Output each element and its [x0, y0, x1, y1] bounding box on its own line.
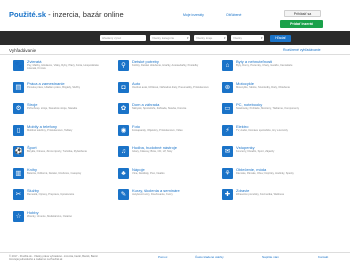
music-icon[interactable]: ♫ [118, 146, 129, 157]
category-item[interactable]: ⚘ Oblečenie, móda Dámske, Pánske, Obuv, Do… [222, 167, 322, 185]
add-ad-button[interactable]: Pridať inzerát [280, 20, 323, 28]
category-subcategories: Vína, Destiláty, Pivo, Nealko [132, 171, 165, 175]
category-subcategories: Fotoaparáty, Objektívy, Príslušenstvo, V… [132, 128, 183, 132]
chevron-down-icon: ▾ [186, 36, 189, 40]
category-subcategories: Bicykle, Fitness, Zimné športy, Turistik… [27, 150, 87, 153]
category-subcategories: Zbierky, Umenie, Modelárstvo, Ostatné [27, 214, 72, 218]
condition-select[interactable]: Všetky ▾ [231, 35, 264, 41]
category-item[interactable]: 🐾 Zvieratá Psy, Mačky, Hlodavce, Vtáky, Ry… [13, 59, 113, 77]
footer-link-write[interactable]: Napíšte nám [262, 255, 279, 259]
category-subcategories: Remeslá, Opravy, Preprava, Upratovanie [27, 193, 75, 196]
category-subcategories: Notebooky, Počítače, Monitory, Tlačiarne… [236, 107, 300, 110]
house-icon[interactable]: ⌂ [222, 60, 233, 71]
region-select[interactable]: Všetky kraje ▾ [194, 35, 227, 41]
service-icon[interactable]: ✂ [13, 189, 24, 200]
search-bar: Hľadaný výraz Všetky kategórie ▾ Všetky k… [0, 31, 350, 45]
search-subbar: Vyhľadávanie Rozšírené vyhľadávanie [0, 45, 350, 55]
chevron-down-icon: ▾ [260, 36, 263, 40]
category-select-value: Všetky kategórie [152, 36, 175, 40]
stroller-icon[interactable]: ⚲ [118, 60, 129, 71]
header: Použité.sk - inzercia, bazár online Moje… [0, 0, 350, 28]
category-item[interactable]: ✂ Služby Remeslá, Opravy, Preprava, Uprato… [13, 188, 113, 206]
category-subcategories: Ponuka práce, Hľadám prácu, Brigády, Slu… [27, 85, 81, 89]
category-subcategories: Osobné autá, Úžitkové, Náhradné diely, P… [132, 85, 209, 89]
car-icon[interactable]: ◘ [118, 81, 129, 93]
logo-tagline: - inzercia, bazár online [46, 10, 124, 19]
phone-icon[interactable]: ▯ [13, 124, 24, 136]
copyright: © 2017 - Použité.sk - Všetky práva vyhra… [9, 255, 98, 261]
category-subcategories: Mobilné telefóny, Príslušenstvo, Tablety [27, 128, 73, 132]
condition-select-value: Všetky [233, 36, 243, 40]
category-subcategories: Psy, Mačky, Hlodavce, Vtáky, Ryby, Plazy… [27, 64, 99, 71]
category-item[interactable]: ⊛ Motocykle Motocykle, Skútre, Štvorkolky,… [222, 81, 322, 99]
health-icon[interactable]: ✚ [222, 189, 233, 200]
copyright-line-2: Inzerujte jednoducho a zadarmo na Použit… [9, 258, 63, 261]
category-item[interactable]: ▥ Knihy Beletria, Odborné, Detské, Učebnic… [13, 167, 113, 185]
machine-icon[interactable]: ⚙ [13, 103, 24, 114]
computer-icon[interactable]: ▭ [222, 103, 233, 114]
briefcase-icon[interactable]: ▤ [13, 81, 24, 93]
category-item[interactable]: ♣ Nápoje Vína, Destiláty, Pivo, Nealko [118, 167, 218, 185]
login-button[interactable]: Prihlásiť sa [284, 10, 321, 17]
category-item[interactable]: ◉ Foto Fotoaparáty, Objektívy, Príslušenst… [118, 124, 218, 142]
category-item[interactable]: ✚ Zdravie Zdravotné pomôcky, Kozmetika, We… [222, 188, 322, 206]
hobby-icon[interactable]: ☆ [13, 210, 24, 222]
category-item[interactable]: ♫ Hudba, hudobné nástroje Gitary, Klávesy,… [118, 145, 218, 163]
category-item[interactable]: ✉ Vstupenky Koncerty, Divadlo, Šport, Zája… [222, 145, 322, 163]
footer: © 2017 - Použité.sk - Všetky práva vyhra… [0, 252, 350, 262]
motorcycle-icon[interactable]: ⊛ [222, 81, 233, 93]
category-item[interactable]: ⚲ Detské potreby Kočíky, Detské oblečenie,… [118, 59, 218, 77]
site-logo[interactable]: Použité.sk - inzercia, bazár online [9, 10, 124, 19]
category-subcategories: Nábytok, Spotrebiče, Záhrada, Stavba, Kú… [132, 107, 187, 110]
category-item[interactable]: ▯ Mobily a telefony Mobilné telefóny, Prís… [13, 124, 113, 142]
category-item[interactable]: ⚙ Stroje Poľnohosp. stroje, Stavebné stroj… [13, 102, 113, 120]
shirt-icon[interactable]: ⚘ [222, 167, 233, 179]
drink-icon[interactable]: ♣ [118, 167, 129, 179]
camera-icon[interactable]: ◉ [118, 124, 129, 136]
search-title: Vyhľadávanie [9, 47, 37, 53]
category-item[interactable]: ⌂ Byty a nehnuteľnosti Byty, Domy, Pozemky… [222, 59, 322, 77]
category-subcategories: TV, Audio, Domáce spotrebiče, Hry a konz… [236, 128, 288, 132]
category-subcategories: Beletria, Odborné, Detské, Učebnice, Čas… [27, 171, 82, 175]
category-item[interactable]: ⚽ Šport Bicykle, Fitness, Zimné športy, Tu… [13, 145, 113, 163]
category-item[interactable]: ✿ Dom a záhrada Nábytok, Spotrebiče, Záhra… [118, 102, 218, 120]
category-item[interactable]: ⚡ Elektro TV, Audio, Domáce spotrebiče, Hr… [222, 124, 322, 142]
category-item[interactable]: ▭ PC, notebooky Notebooky, Počítače, Monit… [222, 102, 322, 120]
sport-icon[interactable]: ⚽ [13, 146, 24, 157]
garden-icon[interactable]: ✿ [118, 103, 129, 114]
search-button[interactable]: Hľadať [270, 34, 291, 42]
footer-link-contact[interactable]: Kontakt [318, 255, 328, 259]
book-icon[interactable]: ▥ [13, 167, 24, 179]
footer-link-faq[interactable]: Často kladené otázky [195, 255, 224, 259]
category-subcategories: Dámske, Pánske, Obuv, Doplnky, Hodinky, … [236, 171, 294, 175]
category-item[interactable]: ◘ Auto Osobné autá, Úžitkové, Náhradné die… [118, 81, 218, 99]
category-item[interactable]: ✎ Kurzy, školenia a semináre Jazykové kurz… [118, 188, 218, 206]
category-subcategories: Motocykle, Skútre, Štvorkolky, Diely, Ob… [236, 85, 290, 89]
category-subcategories: Poľnohosp. stroje, Stavebné stroje, Nára… [27, 107, 78, 110]
plug-icon[interactable]: ⚡ [222, 124, 233, 136]
category-item[interactable]: ☆ Hobby Zbierky, Umenie, Modelárstvo, Osta… [13, 210, 113, 228]
category-subcategories: Koncerty, Divadlo, Šport, Zájazdy [236, 150, 275, 153]
ticket-icon[interactable]: ✉ [222, 146, 233, 157]
my-ads-link[interactable]: Moje inzeráty [183, 13, 204, 17]
footer-link-help[interactable]: Pomoc [158, 255, 167, 259]
category-subcategories: Zdravotné pomôcky, Kozmetika, Wellness [236, 193, 285, 196]
favorites-link[interactable]: Obľúbené [226, 13, 241, 17]
category-subcategories: Jazykové kurzy, Doučovanie, Kurzy [132, 193, 173, 196]
chevron-down-icon: ▾ [223, 36, 226, 40]
category-select[interactable]: Všetky kategórie ▾ [150, 35, 190, 41]
category-subcategories: Gitary, Klávesy, Bicie, CD, LP, Noty [132, 150, 173, 153]
logo-brand[interactable]: Použité.sk [9, 10, 46, 19]
search-input[interactable]: Hľadaný výraz [100, 35, 146, 41]
advanced-search-link[interactable]: Rozšírené vyhľadávanie [283, 48, 321, 52]
category-item[interactable]: ▤ Práca a zamestnanie Ponuka práce, Hľadám… [13, 81, 113, 99]
course-icon[interactable]: ✎ [118, 189, 129, 200]
category-subcategories: Byty, Domy, Pozemky, Chaty, Garáže, Kanc… [236, 64, 293, 67]
paw-icon[interactable]: 🐾 [13, 60, 24, 71]
region-select-value: Všetky kraje [196, 36, 213, 40]
category-subcategories: Kočíky, Detské oblečenie, Hračky, Autose… [132, 64, 199, 67]
